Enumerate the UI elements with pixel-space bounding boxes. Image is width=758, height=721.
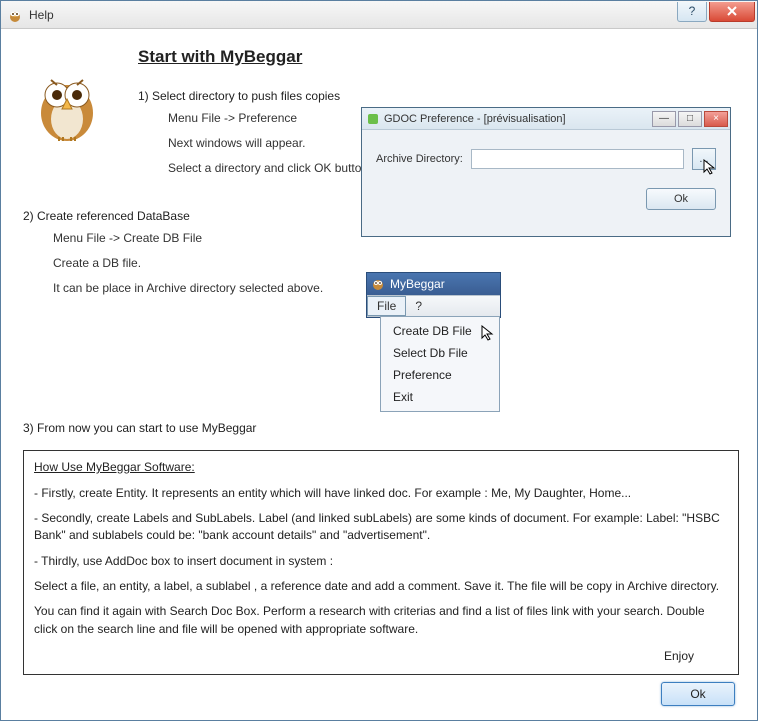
gdoc-ok-row: Ok [376,188,716,210]
content-area: Start with MyBeggar 1) Select directory … [1,29,757,720]
how-use-p2: - Secondly, create Labels and SubLabels.… [34,510,728,545]
step3: 3) From now you can start to use MyBegga… [23,421,739,435]
how-use-p5: You can find it again with Search Doc Bo… [34,603,728,638]
gdoc-app-icon [366,112,380,126]
cursor-icon [703,159,717,175]
help-button[interactable]: ? [677,2,707,22]
window-title: Help [29,8,54,22]
mybeggar-titlebar: MyBeggar [367,273,500,295]
gdoc-close-button[interactable]: × [704,111,728,127]
mybeggar-app-icon [371,277,385,291]
archive-directory-row: Archive Directory: ... [376,148,716,170]
how-use-p4: Select a file, an entity, a label, a sub… [34,578,728,595]
titlebar: Help ? [1,1,757,29]
archive-directory-input[interactable] [471,149,684,169]
app-icon [7,7,23,23]
menu-select-db-file[interactable]: Select Db File [381,342,499,364]
gdoc-window-controls: — □ × [652,111,730,127]
how-use-box: How Use MyBeggar Software: - Firstly, cr… [23,450,739,675]
gdoc-maximize-button[interactable]: □ [678,111,702,127]
gdoc-title: GDOC Preference - [prévisualisation] [384,113,566,125]
close-button[interactable] [709,2,755,22]
page-heading: Start with MyBeggar [138,47,739,67]
gdoc-titlebar: GDOC Preference - [prévisualisation] — □… [362,108,730,130]
mybeggar-menubar: File ? [367,295,500,317]
mybeggar-window: MyBeggar File ? [366,272,501,318]
how-use-p1: - Firstly, create Entity. It represents … [34,485,728,502]
menu-file[interactable]: File [367,296,406,316]
menu-preference[interactable]: Preference [381,364,499,386]
gdoc-preference-window: GDOC Preference - [prévisualisation] — □… [361,107,731,237]
gdoc-ok-button[interactable]: Ok [646,188,716,210]
how-use-p3: - Thirdly, use AddDoc box to insert docu… [34,553,728,570]
gdoc-body: Archive Directory: ... Ok [362,130,730,218]
step1-title: 1) Select directory to push files copies [138,89,739,103]
menu-exit[interactable]: Exit [381,386,499,408]
help-window: Help ? Start with MyBeggar [0,0,758,721]
gdoc-minimize-button[interactable]: — [652,111,676,127]
step3-title: 3) From now you can start to use MyBegga… [23,421,739,435]
browse-button[interactable]: ... [692,148,716,170]
how-use-title: How Use MyBeggar Software: [34,459,728,476]
how-use-enjoy: Enjoy [34,648,728,665]
menu-help[interactable]: ? [406,297,431,315]
ok-button[interactable]: Ok [661,682,735,706]
step2-line2: Create a DB file. [53,254,739,273]
owl-illustration [31,65,103,145]
archive-directory-label: Archive Directory: [376,153,463,165]
mybeggar-title: MyBeggar [390,277,445,291]
window-controls: ? [675,2,755,24]
cursor-icon-2 [481,325,495,341]
